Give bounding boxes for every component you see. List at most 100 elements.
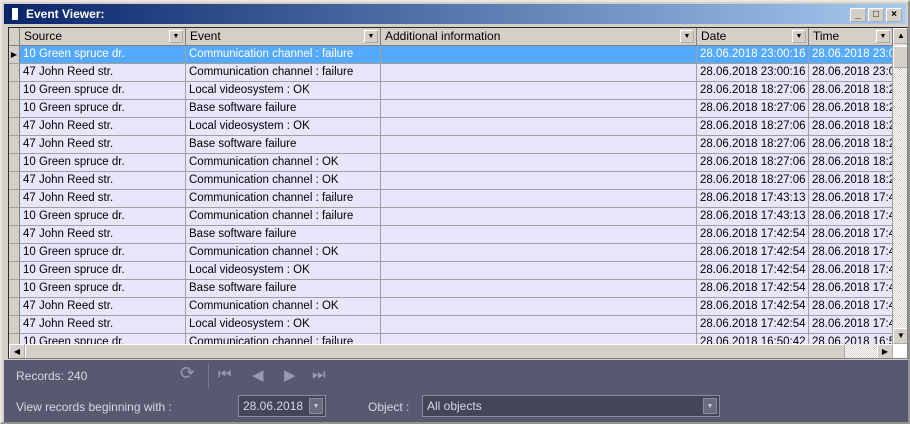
chevron-down-icon[interactable]: ▼ — [876, 30, 890, 43]
date-picker[interactable]: 28.06.2018 ▼ — [238, 395, 326, 417]
table-cell — [381, 154, 697, 172]
table-cell — [381, 82, 697, 100]
scroll-right-button[interactable]: ▶ — [877, 344, 893, 358]
table-row[interactable]: 10 Green spruce dr. Communication channel… — [9, 208, 893, 226]
table-cell: Communication channel : OK — [186, 154, 381, 172]
table-cell: 28.06.2018 17:42:54 — [809, 298, 893, 316]
table-row[interactable]: 47 John Reed str. Local videosystem : OK 2… — [9, 118, 893, 136]
table-cell — [381, 226, 697, 244]
table-cell: 10 Green spruce dr. — [20, 154, 186, 172]
table-cell: 28.06.2018 17:42:54 — [697, 316, 809, 334]
minimize-button[interactable]: _ — [850, 8, 866, 22]
table-row[interactable]: 10 Green spruce dr. Local videosystem : O… — [9, 82, 893, 100]
table-row[interactable]: 10 Green spruce dr. Base software failure… — [9, 100, 893, 118]
book-icon — [9, 8, 21, 20]
table-cell: 28.06.2018 17:42:54 — [809, 316, 893, 334]
table-cell — [381, 172, 697, 190]
object-select[interactable]: All objects ▼ — [422, 395, 720, 417]
table-row[interactable]: 10 Green spruce dr. Base software failure… — [9, 280, 893, 298]
row-indicator — [9, 190, 20, 208]
table-row[interactable]: 47 John Reed str. Communication channel :… — [9, 298, 893, 316]
table-cell: Communication channel : OK — [186, 244, 381, 262]
row-indicator — [9, 136, 20, 154]
chevron-down-icon[interactable]: ▼ — [169, 30, 183, 43]
scroll-up-button[interactable]: ▲ — [893, 28, 907, 44]
table-row[interactable]: 10 Green spruce dr. Communication channel… — [9, 244, 893, 262]
table-row[interactable]: ▶ 10 Green spruce dr. Communication channe… — [9, 46, 893, 64]
table-cell: 28.06.2018 23:00:16 — [697, 64, 809, 82]
table-cell: 28.06.2018 17:42:54 — [697, 298, 809, 316]
table-cell: 47 John Reed str. — [20, 118, 186, 136]
row-indicator — [9, 118, 20, 136]
table-cell: 28.06.2018 17:42:54 — [697, 226, 809, 244]
table-row[interactable]: 47 John Reed str. Base software failure 28… — [9, 226, 893, 244]
chevron-down-icon[interactable]: ▼ — [309, 398, 323, 414]
row-indicator — [9, 82, 20, 100]
table-cell: 47 John Reed str. — [20, 64, 186, 82]
table-row[interactable]: 47 John Reed str. Communication channel :… — [9, 64, 893, 82]
horizontal-scrollbar[interactable]: ◀ ▶ — [9, 344, 893, 358]
table-cell: 28.06.2018 17:43:13 — [697, 208, 809, 226]
column-header[interactable]: Source ▼ — [20, 28, 186, 46]
table-cell: 28.06.2018 17:43:13 — [809, 190, 893, 208]
table-cell: 47 John Reed str. — [20, 298, 186, 316]
row-indicator — [9, 298, 20, 316]
table-row[interactable]: 47 John Reed str. Base software failure 28… — [9, 136, 893, 154]
close-button[interactable]: × — [886, 8, 902, 22]
first-page-icon[interactable]: ⏮ — [218, 366, 232, 383]
table-cell — [381, 298, 697, 316]
table-cell — [381, 64, 697, 82]
table-row[interactable]: 47 John Reed str. Communication channel :… — [9, 172, 893, 190]
row-indicator-header — [9, 28, 20, 46]
vertical-scrollbar[interactable]: ▲ ▼ — [893, 28, 907, 344]
title-bar: Event Viewer: _ □ × — [4, 4, 906, 24]
row-indicator — [9, 244, 20, 262]
refresh-icon[interactable]: ⟳ — [180, 363, 195, 384]
chevron-down-icon[interactable]: ▼ — [703, 398, 717, 414]
table-cell: 10 Green spruce dr. — [20, 100, 186, 118]
table-cell: 10 Green spruce dr. — [20, 262, 186, 280]
horizontal-scroll-thumb[interactable] — [25, 344, 845, 358]
table-cell: 47 John Reed str. — [20, 226, 186, 244]
table-cell: Local videosystem : OK — [186, 118, 381, 136]
table-cell — [381, 100, 697, 118]
table-cell: Base software failure — [186, 100, 381, 118]
footer-panel: Records: 240 ⟳ ⏮ ◀ ▶ ⏭ View records begi… — [4, 360, 908, 422]
table-cell: 28.06.2018 18:27:06 — [809, 82, 893, 100]
scroll-left-button[interactable]: ◀ — [9, 344, 25, 358]
table-cell: 28.06.2018 18:27:06 — [809, 172, 893, 190]
column-header[interactable]: Event ▼ — [186, 28, 381, 46]
table-cell: 10 Green spruce dr. — [20, 46, 186, 64]
scroll-down-button[interactable]: ▼ — [893, 328, 907, 344]
table-cell — [381, 190, 697, 208]
table-cell: 28.06.2018 17:42:54 — [809, 244, 893, 262]
table-row[interactable]: 47 John Reed str. Communication channel :… — [9, 190, 893, 208]
table-cell: 28.06.2018 18:27:06 — [697, 172, 809, 190]
window-title: Event Viewer: — [26, 7, 105, 21]
table-cell: 28.06.2018 17:42:54 — [697, 244, 809, 262]
row-indicator — [9, 280, 20, 298]
table-cell: Local videosystem : OK — [186, 316, 381, 334]
column-header[interactable]: Time ▼ — [809, 28, 893, 46]
table-row[interactable]: 47 John Reed str. Local videosystem : OK 2… — [9, 316, 893, 334]
scroll-thumb[interactable] — [893, 46, 907, 68]
table-cell: 28.06.2018 18:27:06 — [697, 82, 809, 100]
column-header[interactable]: Additional information ▼ — [381, 28, 697, 46]
table-row[interactable]: 10 Green spruce dr. Local videosystem : O… — [9, 262, 893, 280]
chevron-down-icon[interactable]: ▼ — [364, 30, 378, 43]
table-cell: 28.06.2018 17:42:54 — [697, 280, 809, 298]
table-cell: Communication channel : failure — [186, 208, 381, 226]
maximize-button[interactable]: □ — [868, 8, 884, 22]
table-cell: 28.06.2018 23:00:16 — [809, 46, 893, 64]
last-page-icon[interactable]: ⏭ — [312, 366, 326, 383]
table-cell — [381, 208, 697, 226]
table-row[interactable]: 10 Green spruce dr. Communication channel… — [9, 154, 893, 172]
row-indicator — [9, 262, 20, 280]
chevron-down-icon[interactable]: ▼ — [680, 30, 694, 43]
row-indicator — [9, 64, 20, 82]
previous-page-icon[interactable]: ◀ — [252, 366, 264, 384]
chevron-down-icon[interactable]: ▼ — [792, 30, 806, 43]
event-viewer-window: Event Viewer: _ □ × Source ▼ Event ▼ Additio… — [0, 0, 910, 424]
next-page-icon[interactable]: ▶ — [284, 366, 296, 384]
column-header[interactable]: Date ▼ — [697, 28, 809, 46]
